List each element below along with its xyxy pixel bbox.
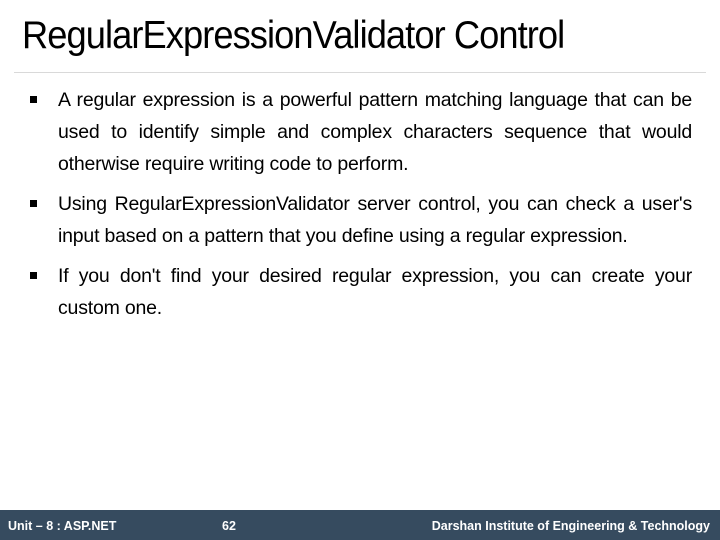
square-bullet-icon bbox=[30, 200, 37, 207]
bullet-item: Using RegularExpressionValidator server … bbox=[30, 188, 692, 252]
bullet-text: If you don't find your desired regular e… bbox=[58, 265, 692, 319]
bullet-text: A regular expression is a powerful patte… bbox=[58, 89, 692, 175]
bullet-text: Using RegularExpressionValidator server … bbox=[58, 193, 692, 247]
square-bullet-icon bbox=[30, 96, 37, 103]
title-divider bbox=[14, 72, 706, 73]
slide-footer: Unit – 8 : ASP.NET 62 Darshan Institute … bbox=[0, 510, 720, 540]
footer-page-number: 62 bbox=[222, 519, 236, 533]
bullet-list: A regular expression is a powerful patte… bbox=[30, 84, 692, 332]
bullet-item: If you don't find your desired regular e… bbox=[30, 260, 692, 324]
square-bullet-icon bbox=[30, 272, 37, 279]
footer-institute: Darshan Institute of Engineering & Techn… bbox=[431, 519, 710, 533]
slide-title: RegularExpressionValidator Control bbox=[22, 14, 565, 57]
footer-unit: Unit – 8 : ASP.NET bbox=[8, 519, 117, 533]
bullet-item: A regular expression is a powerful patte… bbox=[30, 84, 692, 180]
